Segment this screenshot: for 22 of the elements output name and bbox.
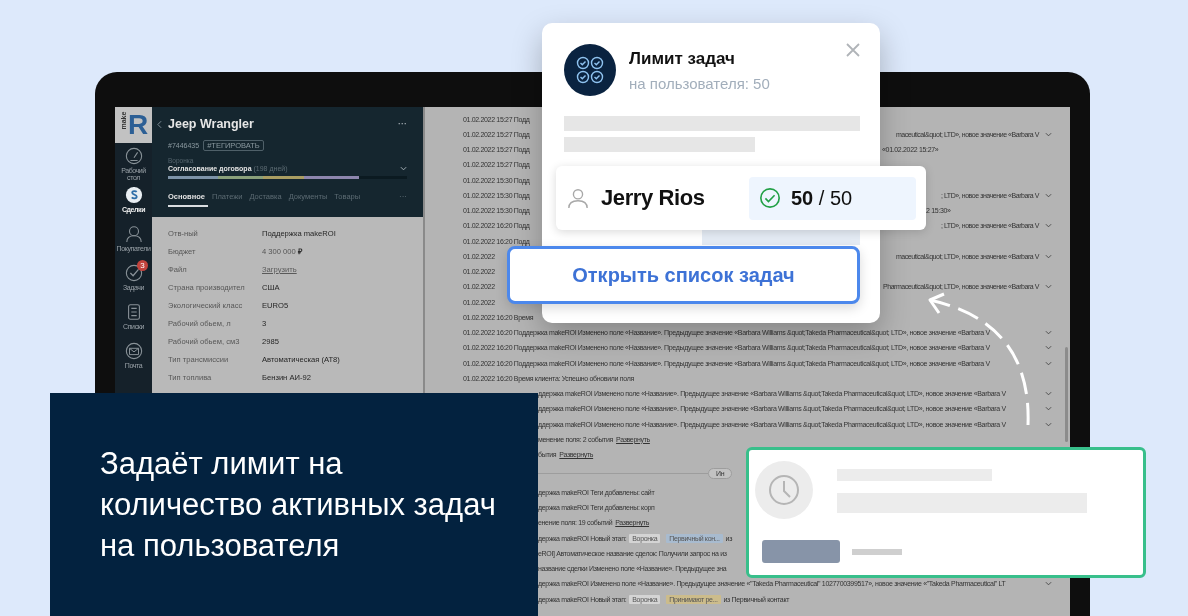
tasks-icon <box>564 44 616 96</box>
check-circle-icon <box>759 187 781 209</box>
popup-subtitle: на пользователя: 50 <box>629 74 770 92</box>
user-name: Jerry Rios <box>601 185 705 211</box>
person-icon <box>567 187 589 209</box>
open-task-list-button[interactable]: Открыть список задач <box>507 246 860 304</box>
check-circle-icon <box>124 264 143 282</box>
more-button[interactable]: ··· <box>398 119 407 129</box>
chevron-down-icon[interactable] <box>400 166 407 171</box>
skeleton-bar <box>852 548 902 555</box>
close-icon[interactable] <box>845 42 861 58</box>
person-icon <box>124 225 143 243</box>
scrollbar[interactable] <box>1065 347 1068 442</box>
gauge-icon <box>124 147 143 165</box>
deal-title: Jeep Wrangler <box>168 117 254 131</box>
envelope-icon <box>124 342 143 360</box>
notification-badge: 3 <box>137 260 148 271</box>
popup-title: Лимит задач <box>629 48 736 69</box>
task-count: 50 / 50 <box>791 186 853 210</box>
headline: Задаёт лимит на количество активных задач на пользователя <box>100 445 497 565</box>
clock-icon <box>755 461 813 519</box>
dollar-icon <box>124 186 143 204</box>
